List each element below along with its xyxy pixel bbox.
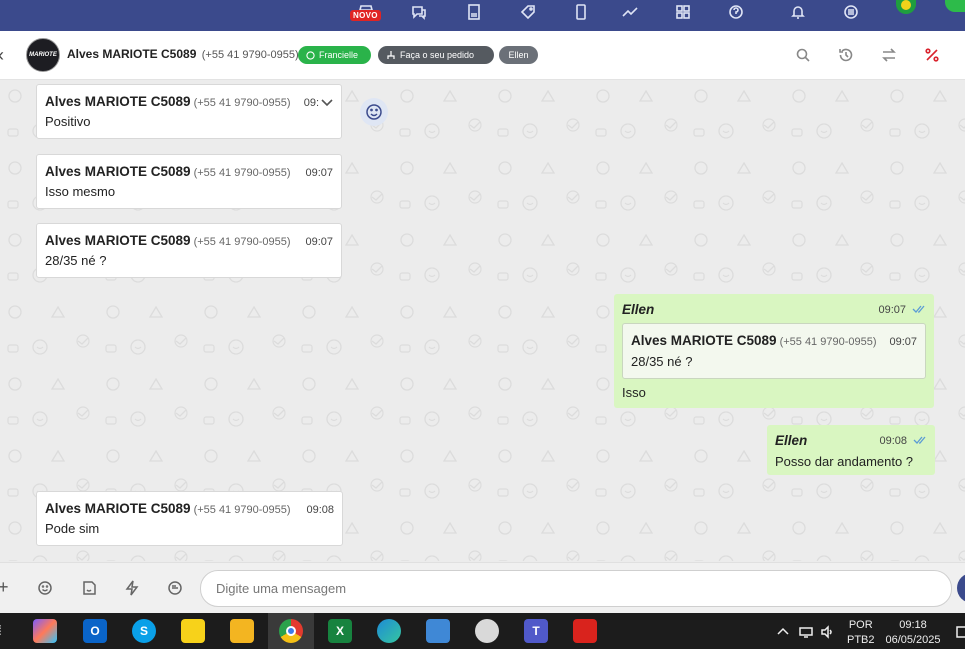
network-icon[interactable] <box>799 625 813 639</box>
top-navigation-bar: NOVO <box>0 0 965 31</box>
message-time: 09:07 <box>305 236 333 248</box>
system-clock[interactable]: 09:18 06/05/2025 <box>880 618 946 648</box>
quoted-text: 28/35 né ? <box>631 354 693 369</box>
control-panel-icon[interactable] <box>426 619 450 643</box>
message-text: Posso dar andamento ? <box>775 454 914 469</box>
bell-icon[interactable] <box>788 2 808 22</box>
message-text: Isso mesmo <box>45 184 116 199</box>
plus-icon[interactable]: + <box>0 577 9 598</box>
whatsapp-icon <box>306 50 315 60</box>
message-sender: Alves MARIOTE C5089 (+55 41 9790-0955) <box>45 164 291 179</box>
document-icon[interactable] <box>464 2 484 22</box>
lightning-icon[interactable] <box>124 580 140 596</box>
percent-icon[interactable] <box>924 47 940 63</box>
back-arrow-icon[interactable]: ‹ <box>0 45 4 66</box>
language-indicator[interactable]: POR PTB2 <box>847 618 875 648</box>
chevron-down-icon[interactable] <box>321 95 333 107</box>
message-received[interactable]: Alves MARIOTE C5089 (+55 41 9790-0955) 09… <box>36 223 342 278</box>
message-received[interactable]: Alves MARIOTE C5089 (+55 41 9790-0955) 09… <box>36 491 343 546</box>
paint-icon[interactable] <box>475 619 499 643</box>
transfer-icon[interactable] <box>881 47 897 63</box>
chrome-icon <box>279 619 303 643</box>
message-text: Pode sim <box>45 521 100 536</box>
trend-chart-icon[interactable] <box>620 2 640 22</box>
teams-icon[interactable]: T <box>524 619 548 643</box>
grid-icon[interactable] <box>673 2 693 22</box>
history-icon[interactable] <box>838 47 854 63</box>
tag-faca-seu-pedido[interactable]: Faça o seu pedido <box>378 46 494 64</box>
skype-icon[interactable]: S <box>132 619 156 643</box>
file-explorer-icon[interactable] <box>230 619 254 643</box>
volume-icon[interactable] <box>820 625 834 639</box>
double-check-icon <box>913 436 926 444</box>
emoji-icon[interactable] <box>37 580 53 596</box>
contact-name: Alves MARIOTE C5089 (+55 41 9790-0955) <box>67 47 299 61</box>
emoji-react-icon[interactable] <box>360 98 388 126</box>
message-text: 28/35 né ? <box>45 253 107 268</box>
message-sent[interactable]: Ellen 09:08 Posso dar andamento ? <box>767 425 935 475</box>
tag-francielle[interactable]: Francielle <box>298 46 371 64</box>
chevron-up-icon[interactable] <box>776 625 790 639</box>
quoted-message[interactable]: Alves MARIOTE C5089 (+55 41 9790-0955) 09… <box>622 323 926 379</box>
message-sent[interactable]: Ellen 09:07 Alves MARIOTE C5089 (+55 41 9… <box>614 294 934 408</box>
new-badge: NOVO <box>350 10 381 21</box>
quoted-time: 09:07 <box>889 336 917 348</box>
avatar[interactable]: MARIOTE <box>26 38 60 72</box>
flag-brazil-icon[interactable] <box>896 0 916 14</box>
message-composer: + <box>0 562 965 613</box>
acrobat-icon[interactable] <box>573 619 597 643</box>
phone-icon[interactable] <box>571 2 591 22</box>
sticky-notes-icon[interactable] <box>181 619 205 643</box>
message-time: 09:07 <box>878 304 906 316</box>
search-icon[interactable] <box>795 47 811 63</box>
double-check-icon <box>912 305 925 313</box>
message-time: 09:08 <box>879 435 907 447</box>
outlook-icon[interactable]: O <box>83 619 107 643</box>
quick-reply-icon[interactable] <box>167 580 183 596</box>
windows-taskbar: ⁞ O S X T POR PTB2 09:18 06/05/2025 <box>0 613 965 649</box>
menu-icon[interactable] <box>841 2 861 22</box>
sticker-icon[interactable] <box>81 580 97 596</box>
message-text: Isso <box>622 385 646 400</box>
message-received[interactable]: Alves MARIOTE C5089 (+55 41 9790-0955) 09… <box>36 154 342 209</box>
tag-ellen[interactable]: Ellen <box>499 46 538 64</box>
widgets-icon[interactable]: ⁞ <box>0 622 2 638</box>
edge-icon[interactable] <box>377 619 401 643</box>
chat-header: ‹ MARIOTE Alves MARIOTE C5089 (+55 41 97… <box>0 31 965 80</box>
message-time: 09:08 <box>306 504 334 516</box>
notification-icon[interactable] <box>955 625 965 639</box>
chrome-taskbar-button[interactable] <box>268 613 314 649</box>
chat-messages-area[interactable]: Alves MARIOTE C5089 (+55 41 9790-0955) 09… <box>0 81 965 561</box>
profile-icon[interactable] <box>945 0 965 12</box>
tag-icon[interactable] <box>518 2 538 22</box>
help-icon[interactable] <box>726 2 746 22</box>
quoted-sender: Alves MARIOTE C5089 (+55 41 9790-0955) <box>631 333 877 348</box>
org-chart-icon <box>387 51 395 59</box>
copilot-icon[interactable] <box>33 619 57 643</box>
message-time: 09: <box>303 97 319 109</box>
message-sender: Alves MARIOTE C5089 (+55 41 9790-0955) <box>45 233 291 248</box>
excel-icon[interactable]: X <box>328 619 352 643</box>
message-sender: Alves MARIOTE C5089 (+55 41 9790-0955) <box>45 94 291 109</box>
chat-bubbles-icon[interactable] <box>409 2 429 22</box>
send-button[interactable] <box>957 573 965 603</box>
contact-phone: (+55 41 9790-0955) <box>201 49 299 61</box>
message-time: 09:07 <box>305 167 333 179</box>
message-text: Positivo <box>45 114 91 129</box>
message-received[interactable]: Alves MARIOTE C5089 (+55 41 9790-0955) 09… <box>36 84 342 139</box>
message-input[interactable] <box>200 570 952 607</box>
message-sender: Alves MARIOTE C5089 (+55 41 9790-0955) <box>45 501 291 516</box>
